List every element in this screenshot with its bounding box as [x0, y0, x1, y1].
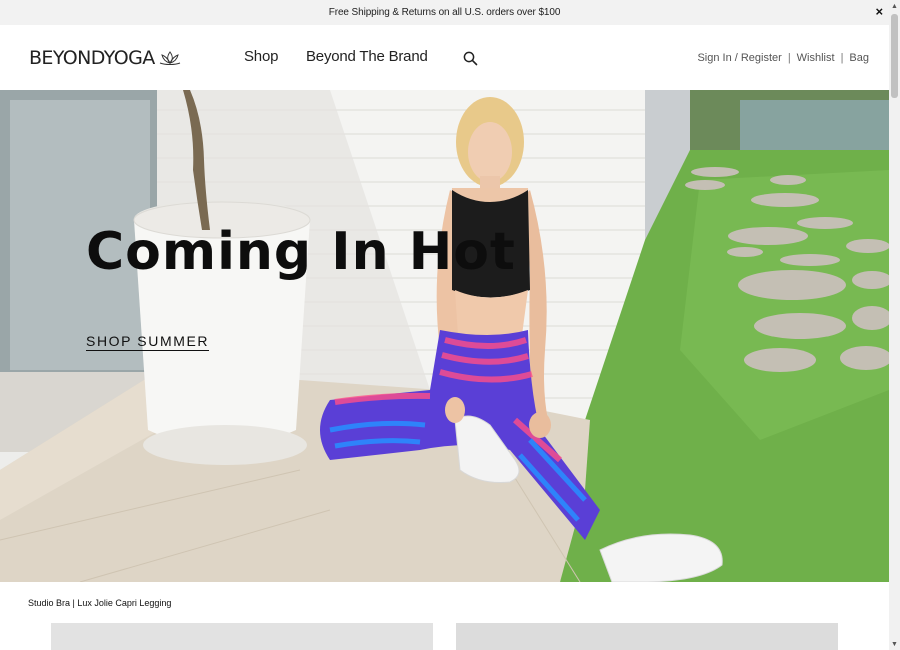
nav-beyond-the-brand[interactable]: Beyond The Brand — [306, 48, 428, 65]
separator: | — [787, 52, 791, 64]
scroll-down-arrow-icon[interactable]: ▼ — [889, 638, 900, 650]
utility-links: Sign In / Register | Wishlist | Bag — [697, 52, 869, 64]
logo-text: BEYONDYOGA — [29, 47, 155, 69]
promo-text: Free Shipping & Returns on all U.S. orde… — [328, 7, 561, 18]
product-tile[interactable] — [456, 623, 838, 650]
shop-summer-link[interactable]: SHOP SUMMER — [86, 333, 210, 351]
sign-in-register-link[interactable]: Sign In / Register — [697, 52, 781, 64]
scrollbar-thumb[interactable] — [891, 14, 898, 98]
hero-title: Coming In Hot — [86, 222, 516, 282]
site-header: BEYONDYOGA Shop Beyond The Brand Sign In… — [0, 25, 889, 90]
product-tile[interactable] — [51, 623, 433, 650]
scrollbar[interactable]: ▲ ▼ — [889, 0, 900, 650]
hero-banner[interactable]: Coming In Hot SHOP SUMMER — [0, 90, 889, 582]
lotus-icon — [159, 51, 180, 65]
search-icon[interactable] — [463, 51, 478, 66]
product-caption[interactable]: Studio Bra | Lux Jolie Capri Legging — [28, 598, 171, 608]
nav-shop[interactable]: Shop — [244, 48, 278, 65]
bag-link[interactable]: Bag — [849, 52, 869, 64]
wishlist-link[interactable]: Wishlist — [797, 52, 835, 64]
close-icon[interactable]: × — [876, 4, 884, 19]
logo-word-yoga: YOGA — [103, 47, 155, 69]
promo-bar: Free Shipping & Returns on all U.S. orde… — [0, 0, 889, 25]
logo[interactable]: BEYONDYOGA — [29, 47, 182, 69]
logo-word-beyond: BEYOND — [29, 47, 104, 69]
scroll-up-arrow-icon[interactable]: ▲ — [889, 0, 900, 12]
separator: | — [840, 52, 844, 64]
